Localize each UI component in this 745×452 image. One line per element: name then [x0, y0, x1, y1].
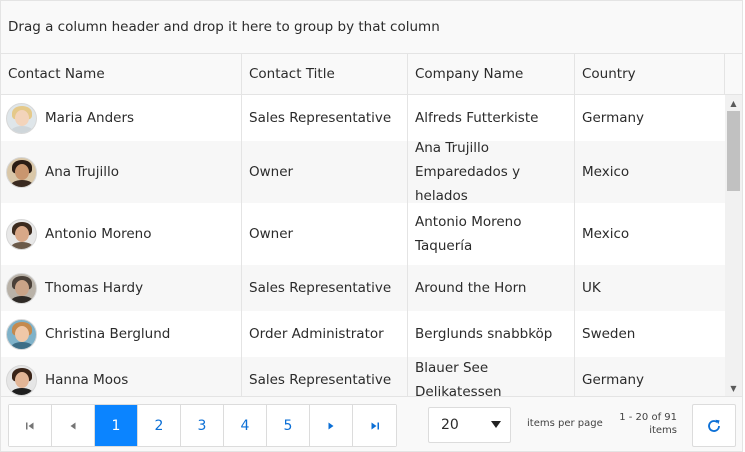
avatar [6, 218, 37, 250]
cell-company-name: Alfreds Futterkiste [408, 95, 575, 141]
cell-contact-name: Antonio Moreno [1, 203, 242, 265]
cell-contact-name: Hanna Moos [1, 357, 242, 396]
scroll-down-arrow-icon[interactable]: ▼ [725, 380, 742, 396]
refresh-button[interactable] [692, 404, 736, 447]
avatar [6, 156, 37, 188]
cell-contact-title: Order Administrator [242, 311, 408, 357]
scrollbar-thumb[interactable] [727, 111, 740, 191]
table-row[interactable]: Thomas Hardy Sales Representative Around… [1, 265, 725, 311]
page-size-select[interactable]: 20 [428, 407, 511, 443]
cell-contact-name: Ana Trujillo [1, 141, 242, 203]
cell-country: Mexico [582, 226, 630, 242]
pager-info: 1 - 20 of 91 items [607, 411, 677, 437]
page-button-2[interactable]: 2 [138, 405, 181, 446]
first-page-button[interactable] [9, 405, 52, 446]
table-row[interactable]: Ana Trujillo Owner Ana Trujillo Empareda… [1, 140, 725, 204]
cell-contact-name: Maria Anders [1, 95, 242, 141]
header-company-name[interactable]: Company Name [408, 54, 575, 94]
header-contact-title[interactable]: Contact Title [242, 54, 408, 94]
cell-contact-title: Owner [242, 141, 408, 203]
cell-contact-title: Sales Representative [242, 357, 408, 396]
avatar [6, 364, 37, 396]
table-row[interactable]: Antonio Moreno Owner Antonio Moreno Taqu… [1, 203, 725, 265]
cell-contact-title: Owner [242, 203, 408, 265]
cell-country: Germany [582, 110, 645, 126]
page-button-4[interactable]: 4 [224, 405, 267, 446]
next-page-icon [328, 422, 334, 429]
cell-contact-title: Sales Representative [242, 265, 408, 311]
vertical-scrollbar[interactable]: ▲ ▼ [725, 95, 742, 396]
cell-company-name: Around the Horn [408, 265, 575, 311]
chevron-down-icon [491, 421, 501, 428]
group-drop-panel[interactable]: Drag a column header and drop it here to… [1, 1, 742, 54]
last-page-button[interactable] [353, 405, 396, 446]
prev-page-icon [70, 422, 76, 429]
last-page-icon [371, 422, 379, 429]
cell-company-name: Blauer See Delikatessen [408, 357, 575, 396]
grid-header: Contact Name Contact Title Company Name … [1, 54, 742, 95]
data-grid: Drag a column header and drop it here to… [0, 0, 743, 452]
page-button-3[interactable]: 3 [181, 405, 224, 446]
cell-country: Sweden [582, 326, 636, 342]
pager-numbers: 1 2 3 4 5 [8, 404, 397, 447]
cell-company-name: Antonio Moreno Taquería [408, 203, 575, 265]
cell-contact-name: Christina Berglund [1, 311, 242, 357]
page-size-value: 20 [441, 417, 459, 433]
header-scroll-spacer [725, 54, 742, 94]
cell-country: Mexico [582, 164, 630, 180]
header-country[interactable]: Country [575, 54, 725, 94]
grid-body: Maria Anders Sales Representative Alfred… [1, 95, 742, 396]
prev-page-button[interactable] [52, 405, 95, 446]
cell-contact-title: Sales Representative [242, 95, 408, 141]
avatar [6, 318, 37, 350]
table-row[interactable]: Hanna Moos Sales Representative Blauer S… [1, 357, 725, 396]
scroll-up-arrow-icon[interactable]: ▲ [725, 95, 742, 111]
header-contact-name[interactable]: Contact Name [1, 54, 242, 94]
page-button-1[interactable]: 1 [95, 405, 138, 446]
first-page-icon [26, 422, 34, 429]
next-page-button[interactable] [310, 405, 353, 446]
cell-country: Germany [582, 372, 645, 388]
table-row[interactable]: Christina Berglund Order Administrator B… [1, 311, 725, 357]
cell-contact-name: Thomas Hardy [1, 265, 242, 311]
items-per-page-label: items per page [527, 418, 603, 429]
cell-country: UK [582, 280, 601, 296]
avatar [6, 272, 37, 304]
pager: 1 2 3 4 5 20 items per page 1 - 20 of 91… [1, 396, 742, 451]
group-panel-hint: Drag a column header and drop it here to… [8, 19, 440, 35]
pager-info-range: 1 - 20 of 91 [619, 412, 677, 423]
table-row[interactable]: Maria Anders Sales Representative Alfred… [1, 95, 725, 141]
cell-company-name: Berglunds snabbköp [408, 311, 575, 357]
page-button-5[interactable]: 5 [267, 405, 310, 446]
cell-company-name: Ana Trujillo Emparedados y helados [408, 140, 575, 204]
refresh-icon [708, 419, 720, 432]
pager-info-items: items [649, 425, 677, 436]
avatar [6, 102, 37, 134]
